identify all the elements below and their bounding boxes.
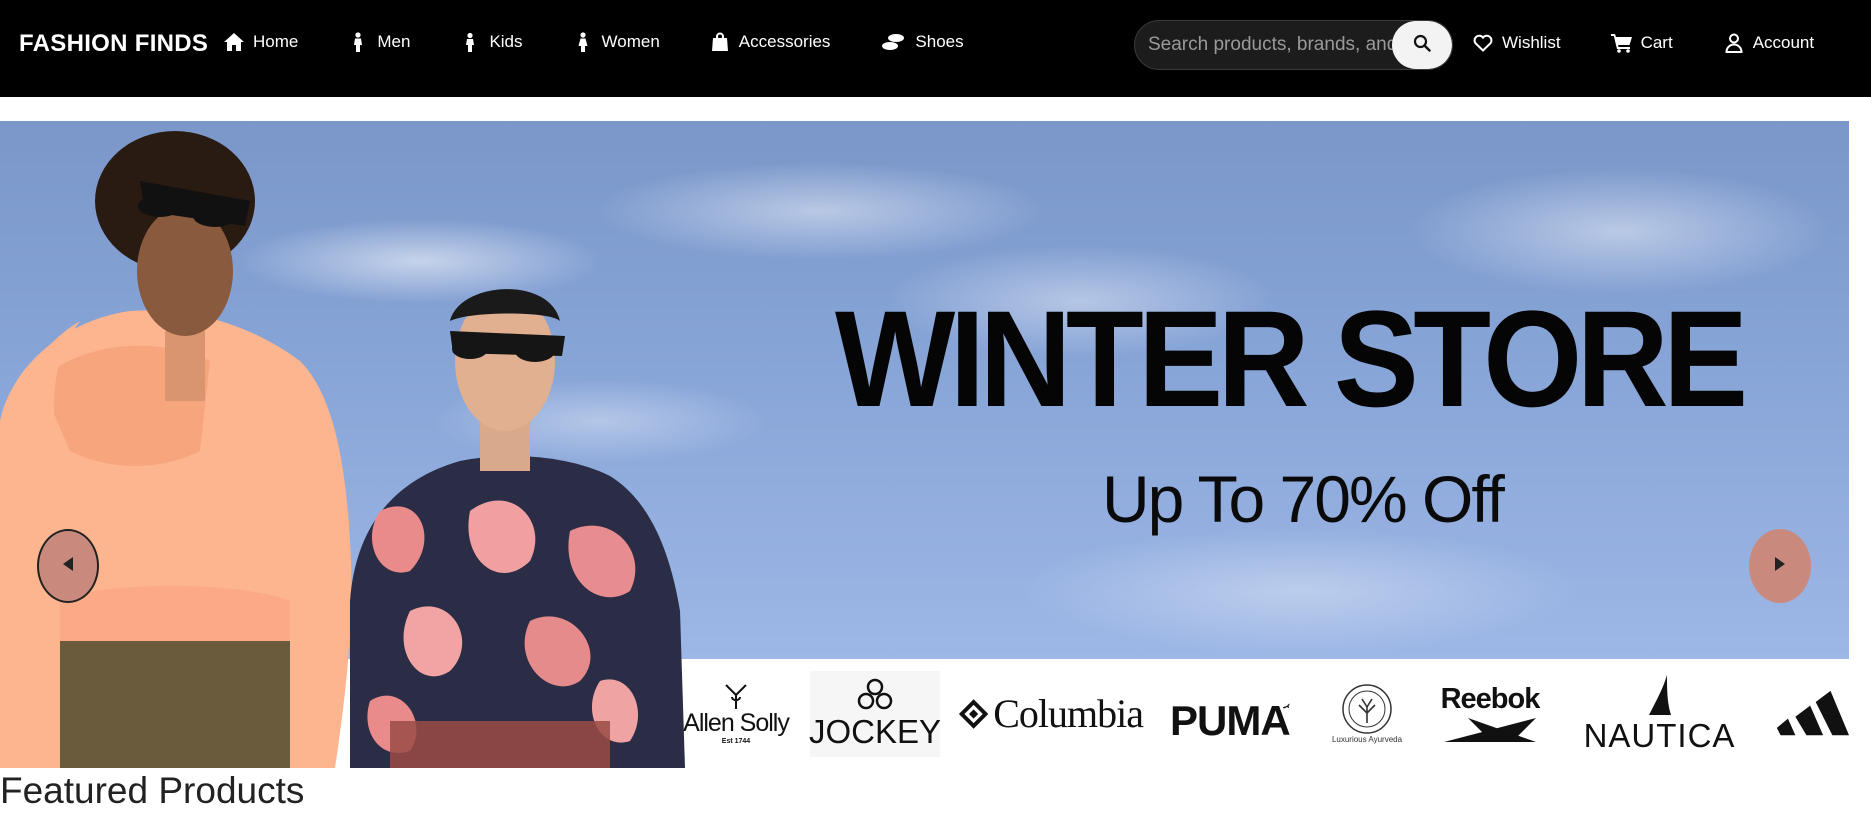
nav-link-men[interactable]: Men xyxy=(347,31,410,53)
cart-link[interactable]: Cart xyxy=(1610,32,1673,54)
heart-icon xyxy=(1472,32,1494,54)
brand-name: Columbia xyxy=(993,691,1144,736)
tree-emblem-icon xyxy=(1342,684,1392,734)
cart-icon xyxy=(1610,32,1633,54)
user-icon xyxy=(1723,32,1745,54)
hero-carousel: WINTER STORE Up To 70% Off Allen Solly E… xyxy=(0,121,1849,768)
nav-link-kids[interactable]: Kids xyxy=(459,31,523,53)
nav-link-home[interactable]: Home xyxy=(223,31,298,53)
nav-link-label: Home xyxy=(253,32,299,51)
nav-link-label: Men xyxy=(377,32,411,51)
nav-link-shoes[interactable]: Shoes xyxy=(879,31,964,53)
deer-icon xyxy=(725,683,747,709)
brand-logo-adidas[interactable] xyxy=(1775,659,1849,768)
nav-link-women[interactable]: Women xyxy=(572,31,660,53)
wishlist-link[interactable]: Wishlist xyxy=(1472,32,1561,54)
reebok-delta-icon xyxy=(1444,718,1536,742)
columbia-diamond-icon xyxy=(958,698,989,729)
jockey-emblem-icon xyxy=(857,678,893,710)
chevron-right-icon xyxy=(1773,556,1787,577)
brand-logo-jockey[interactable]: JOCKEY xyxy=(808,671,942,757)
cart-label: Cart xyxy=(1640,33,1673,52)
brand-name: NAUTICA xyxy=(1583,716,1736,754)
shoe-icon xyxy=(879,31,907,53)
child-icon xyxy=(459,31,481,53)
nav-link-label: Accessories xyxy=(738,32,831,51)
carousel-prev-button[interactable] xyxy=(37,529,99,603)
brand-logo-luxurious-ayurveda[interactable]: Luxurious Ayurveda xyxy=(1322,659,1412,768)
brand-name: Allen Solly xyxy=(683,708,790,737)
search-icon xyxy=(1413,34,1431,57)
brand-name: Luxurious Ayurveda xyxy=(1331,735,1403,744)
brand-logo-puma[interactable]: PUMA xyxy=(1170,659,1291,768)
brand-tagline: Est 1744 xyxy=(721,737,751,745)
brand-logos-row: Allen Solly Est 1744 JOCKEY Columbia PUM… xyxy=(0,659,1849,768)
main-nav: Home Men Kids Women Accessories Shoes xyxy=(223,31,1013,53)
puma-cat-icon xyxy=(1282,703,1290,708)
man-icon xyxy=(347,31,369,53)
brand-logo-columbia[interactable]: Columbia xyxy=(958,659,1144,768)
account-label: Account xyxy=(1752,33,1815,52)
sail-icon xyxy=(1648,674,1671,715)
home-icon xyxy=(223,31,245,53)
top-navbar: FASHION FINDS Home Men Kids Women Access… xyxy=(0,0,1871,97)
nav-link-label: Kids xyxy=(489,32,523,51)
featured-products-heading: Featured Products xyxy=(0,770,305,811)
shopping-bag-icon xyxy=(709,31,731,53)
brand-logo-allen-solly[interactable]: Allen Solly Est 1744 xyxy=(683,659,790,768)
woman-icon xyxy=(572,31,594,53)
user-nav: Wishlist Cart Account xyxy=(1472,32,1814,54)
hero-subtitle: Up To 70% Off xyxy=(1102,462,1505,536)
carousel-next-button[interactable] xyxy=(1749,529,1811,603)
brand-logo-text[interactable]: FASHION FINDS xyxy=(19,30,208,58)
nav-link-label: Shoes xyxy=(915,32,964,51)
chevron-left-icon xyxy=(61,556,75,577)
hero-title: WINTER STORE xyxy=(835,283,1748,436)
brand-logo-nautica[interactable]: NAUTICA xyxy=(1572,659,1747,768)
nav-link-label: Women xyxy=(601,32,660,51)
search-button[interactable] xyxy=(1392,21,1452,69)
search-input[interactable] xyxy=(1135,21,1397,69)
brand-name: Reebok xyxy=(1440,683,1541,715)
brand-name: PUMA xyxy=(1170,696,1291,744)
nav-link-accessories[interactable]: Accessories xyxy=(709,31,831,53)
search-bar xyxy=(1134,20,1453,70)
brand-name: JOCKEY xyxy=(808,713,942,750)
adidas-stripes-icon xyxy=(1776,690,1849,735)
account-link[interactable]: Account xyxy=(1723,32,1814,54)
wishlist-label: Wishlist xyxy=(1502,33,1561,52)
brand-logo-reebok[interactable]: Reebok xyxy=(1430,659,1550,768)
